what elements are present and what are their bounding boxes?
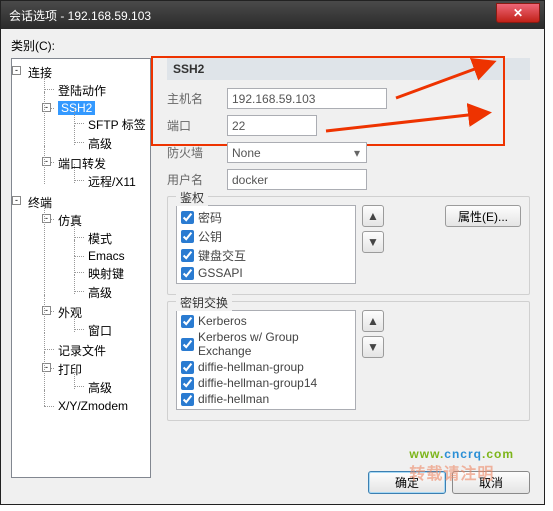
properties-button[interactable]: 属性(E)... [445, 205, 521, 227]
panel-heading: SSH2 [167, 58, 530, 80]
expand-toggle-icon[interactable]: - [12, 196, 21, 205]
tree-node-ssh2[interactable]: SSH2 [58, 101, 95, 115]
expand-toggle-icon[interactable]: - [42, 214, 51, 223]
auth-listbox[interactable]: 密码 公钥 键盘交互 GSSAPI [176, 205, 356, 284]
expand-toggle-icon[interactable]: - [42, 157, 51, 166]
session-options-dialog: 会话选项 - 192.168.59.103 ✕ 类别(C): - 连接 登陆动作… [0, 0, 545, 505]
list-item: 密码 [179, 208, 353, 227]
tree-node-adv[interactable]: 高级 [88, 286, 112, 300]
tree-node-connection[interactable]: 连接 [28, 66, 52, 80]
hostname-input[interactable] [227, 88, 387, 109]
window-title: 会话选项 - 192.168.59.103 [9, 7, 151, 24]
tree-node-mode[interactable]: 模式 [88, 232, 112, 246]
titlebar[interactable]: 会话选项 - 192.168.59.103 ✕ [1, 1, 544, 29]
move-up-button[interactable]: ▲ [362, 205, 384, 227]
tree-node-sftp[interactable]: SFTP 标签 [88, 118, 146, 132]
auth-checkbox[interactable] [181, 211, 194, 224]
cancel-button[interactable]: 取消 [452, 471, 530, 494]
triangle-down-icon: ▼ [367, 340, 379, 354]
auth-title: 鉴权 [176, 189, 208, 206]
tree-node-remotex11[interactable]: 远程/X11 [88, 175, 136, 189]
tree-node-print-adv[interactable]: 高级 [88, 381, 112, 395]
firewall-label: 防火墙 [167, 144, 227, 161]
kex-checkbox[interactable] [181, 338, 194, 351]
tree-node-emulation[interactable]: 仿真 [58, 214, 82, 228]
kex-title: 密钥交换 [176, 294, 232, 311]
list-item: GSSAPI [179, 265, 353, 281]
triangle-down-icon: ▼ [367, 235, 379, 249]
list-item: diffie-hellman-group14 [179, 375, 353, 391]
tree-node-advanced[interactable]: 高级 [88, 137, 112, 151]
tree-node-terminal[interactable]: 终端 [28, 196, 52, 210]
port-label: 端口 [167, 117, 227, 134]
move-down-button[interactable]: ▼ [362, 336, 384, 358]
tree-node-window[interactable]: 窗口 [88, 324, 112, 338]
list-item: Kerberos w/ Group Exchange [179, 329, 353, 359]
kex-group: 密钥交换 Kerberos Kerberos w/ Group Exchange… [167, 301, 530, 421]
list-item: diffie-hellman [179, 391, 353, 407]
tree-node-logfile[interactable]: 记录文件 [58, 344, 106, 358]
category-label: 类别(C): [11, 37, 534, 54]
close-button[interactable]: ✕ [496, 3, 540, 23]
auth-checkbox[interactable] [181, 267, 194, 280]
port-input[interactable] [227, 115, 317, 136]
username-input[interactable] [227, 169, 367, 190]
expand-toggle-icon[interactable]: - [42, 103, 51, 112]
tree-node-appearance[interactable]: 外观 [58, 306, 82, 320]
tree-node-emacs[interactable]: Emacs [88, 249, 125, 263]
close-icon: ✕ [513, 6, 523, 20]
auth-group: 鉴权 密码 公钥 键盘交互 GSSAPI ▲ ▼ 属性(E)... [167, 196, 530, 295]
category-tree[interactable]: - 连接 登陆动作 - SSH2 SFTP 标签 高级 [11, 58, 151, 478]
hostname-label: 主机名 [167, 90, 227, 107]
expand-toggle-icon[interactable]: - [12, 66, 21, 75]
tree-node-print[interactable]: 打印 [58, 363, 82, 377]
firewall-select[interactable]: None [227, 142, 367, 163]
settings-panel: SSH2 主机名 端口 防火墙 None 用户名 [161, 58, 534, 478]
expand-toggle-icon[interactable]: - [42, 306, 51, 315]
expand-toggle-icon[interactable]: - [42, 363, 51, 372]
triangle-up-icon: ▲ [367, 209, 379, 223]
list-item: 键盘交互 [179, 246, 353, 265]
move-up-button[interactable]: ▲ [362, 310, 384, 332]
kex-checkbox[interactable] [181, 377, 194, 390]
username-label: 用户名 [167, 171, 227, 188]
auth-checkbox[interactable] [181, 230, 194, 243]
kex-checkbox[interactable] [181, 315, 194, 328]
list-item: Kerberos [179, 313, 353, 329]
auth-checkbox[interactable] [181, 249, 194, 262]
kex-checkbox[interactable] [181, 361, 194, 374]
tree-node-login[interactable]: 登陆动作 [58, 84, 106, 98]
triangle-up-icon: ▲ [367, 314, 379, 328]
tree-node-portforward[interactable]: 端口转发 [58, 157, 106, 171]
move-down-button[interactable]: ▼ [362, 231, 384, 253]
list-item: 公钥 [179, 227, 353, 246]
list-item: diffie-hellman-group [179, 359, 353, 375]
tree-node-mapkeys[interactable]: 映射键 [88, 267, 124, 281]
kex-checkbox[interactable] [181, 393, 194, 406]
kex-listbox[interactable]: Kerberos Kerberos w/ Group Exchange diff… [176, 310, 356, 410]
tree-node-xyz[interactable]: X/Y/Zmodem [58, 399, 128, 413]
ok-button[interactable]: 确定 [368, 471, 446, 494]
